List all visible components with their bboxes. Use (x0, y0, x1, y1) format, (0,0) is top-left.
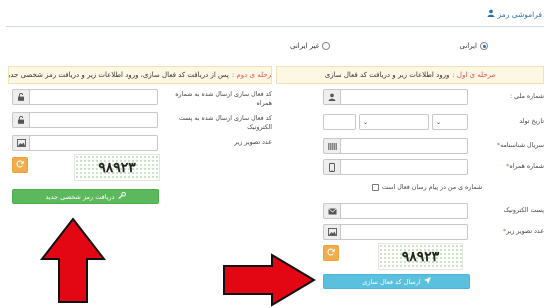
captcha-input-right[interactable] (340, 224, 468, 240)
unlock-icon (12, 112, 30, 128)
step-one-banner: مرحله ی اول : ورود اطلاعات زیر و دریافت … (276, 66, 544, 84)
email-label: پست الکترونیک (503, 207, 544, 214)
national-code-label: شماره ملی : (509, 93, 544, 100)
email-code-label: کد فعال سازی ارسال شده به پست الکترونیک (178, 115, 272, 131)
captcha-image-right: ۹۸۹۲۳ (378, 243, 463, 270)
page-title: فراموشی رمز (487, 9, 542, 19)
key-icon (117, 191, 126, 201)
refresh-captcha-button-left[interactable] (12, 157, 28, 173)
step-one-prefix: مرحله ی اول : (452, 71, 496, 79)
barcode-icon (323, 138, 341, 154)
serial-input[interactable] (340, 138, 468, 154)
email-code-input[interactable] (29, 112, 158, 128)
captcha-input-left[interactable] (29, 135, 158, 151)
mobile-input[interactable] (340, 159, 468, 175)
chevron-down-icon: ⌄ (363, 118, 369, 126)
email-input[interactable] (340, 203, 468, 219)
birth-month-select[interactable]: ⌄ (359, 114, 429, 130)
serial-label: سریال شناسنامه* (496, 142, 544, 149)
title-divider (6, 26, 544, 27)
arrow-right-annotation (220, 252, 318, 308)
radio-non-iranian[interactable]: غیر ایرانی (290, 42, 331, 50)
get-new-password-button[interactable]: دریافت رمز شخصی جدید (12, 189, 159, 204)
sms-code-label: کد فعال سازی ارسال شده به شماره همراه (175, 91, 272, 107)
captcha-label-left: عدد تصویر زیر (234, 139, 272, 146)
captcha-label-right: عدد تصویر زیر* (503, 228, 544, 235)
envelope-icon (323, 203, 341, 219)
notify-checkbox[interactable] (372, 184, 379, 191)
radio-iranian-label: ایرانی (459, 42, 477, 50)
get-new-password-label: دریافت رمز شخصی جدید (45, 192, 115, 201)
person-icon (323, 89, 341, 105)
step-one-text: ورود اطلاعات زیر و دریافت کد فعال سازی (324, 71, 450, 79)
birth-year-select[interactable] (323, 114, 356, 130)
mobile-icon (323, 159, 341, 175)
chevron-down-icon: ⌄ (436, 118, 442, 126)
step-two-text: پس از دریافت کد فعال سازی، ورود اطلاعات … (8, 71, 229, 79)
user-icon (487, 9, 495, 19)
radio-iranian-dot[interactable] (480, 42, 488, 50)
panel-title-text: فراموشی رمز (497, 9, 542, 19)
birth-date-label: تاریخ تولد (519, 118, 544, 125)
send-activation-code-button[interactable]: ارسال کد فعال سازی (323, 274, 470, 289)
national-code-input[interactable] (340, 89, 468, 105)
captcha-image-left: ۹۸۹۲۳ (74, 154, 160, 181)
radio-iranian[interactable]: ایرانی (460, 42, 488, 50)
refresh-icon (327, 248, 335, 258)
sms-code-input[interactable] (29, 89, 158, 105)
refresh-icon (16, 160, 24, 170)
refresh-captcha-button-right[interactable] (323, 245, 339, 261)
unlock-icon (12, 89, 30, 105)
arrow-up-annotation (38, 215, 108, 307)
mobile-label: شماره همراه* (506, 163, 544, 170)
image-icon (323, 224, 341, 240)
radio-non-iranian-label: غیر ایرانی (290, 42, 320, 50)
send-icon (423, 277, 431, 286)
radio-non-iranian-dot[interactable] (322, 42, 331, 50)
notify-option[interactable]: شماره ی من در پیام رسان فعال است (372, 183, 482, 192)
image-icon (12, 135, 30, 151)
step-two-prefix: مرحله ی دوم : (231, 71, 272, 79)
step-two-banner: مرحله ی دوم : پس از دریافت کد فعال سازی،… (8, 66, 272, 84)
notify-checkbox-label: شماره ی من در پیام رسان فعال است (382, 184, 483, 191)
birth-day-select[interactable]: ⌄ (432, 114, 468, 130)
send-activation-code-label: ارسال کد فعال سازی (362, 277, 421, 286)
